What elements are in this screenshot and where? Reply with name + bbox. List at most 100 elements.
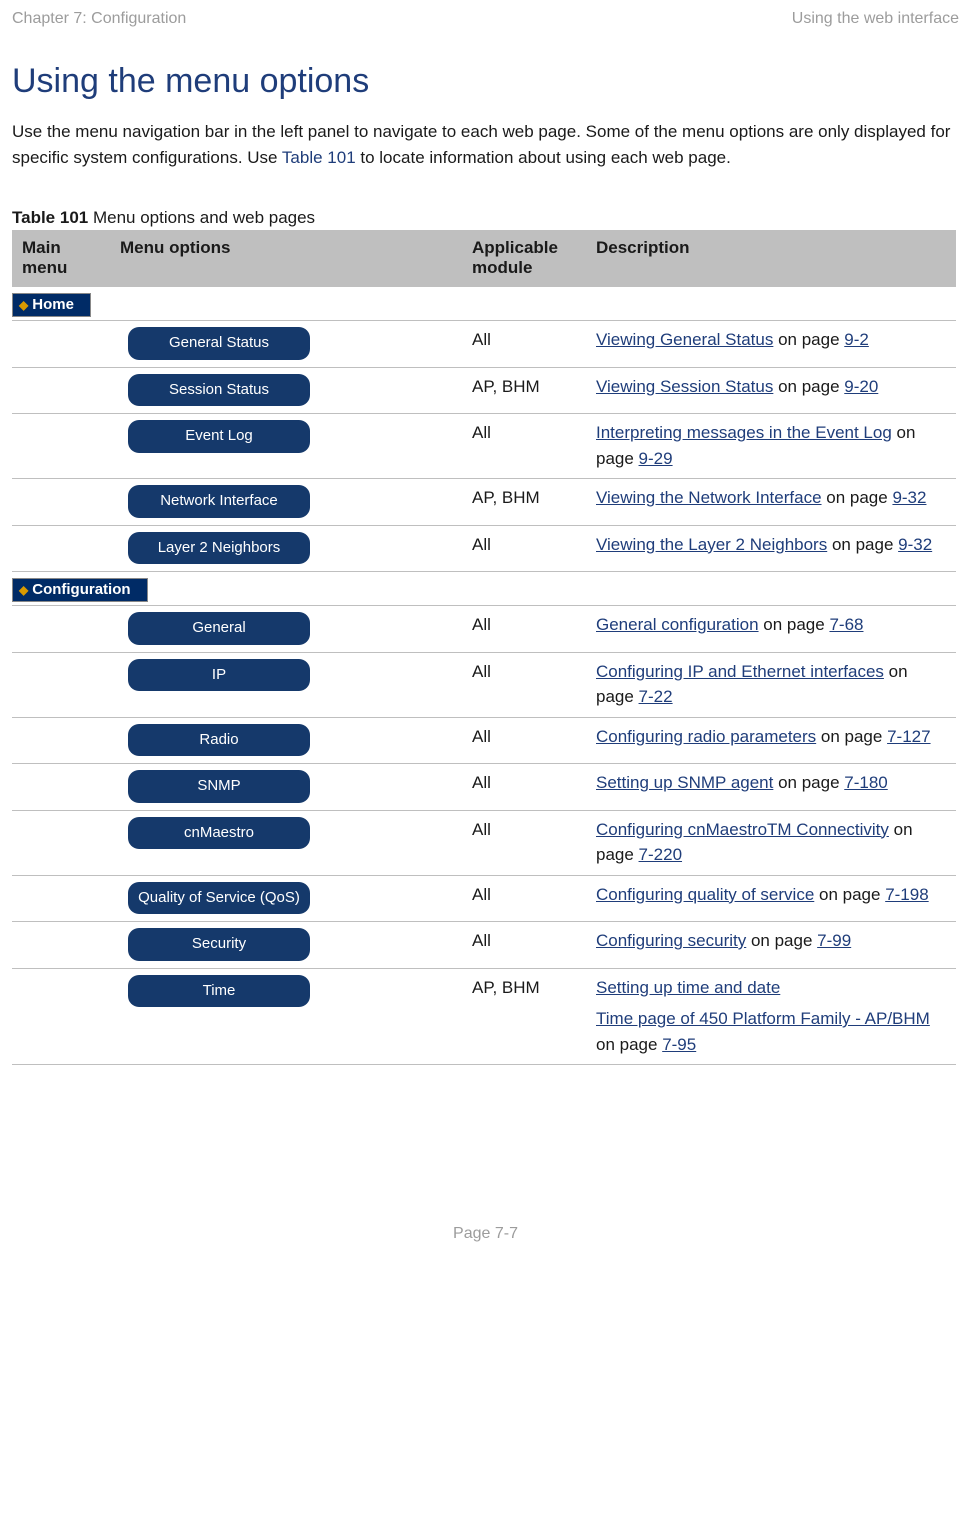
table-row: RadioAllConfiguring radio parameters on …	[12, 717, 956, 764]
nav-chip-label: Home	[32, 296, 74, 313]
description-link[interactable]: Configuring security	[596, 931, 746, 950]
page-ref-link[interactable]: 7-198	[885, 885, 928, 904]
description-post: on page	[814, 885, 885, 904]
page-ref-link[interactable]: 7-95	[662, 1035, 696, 1054]
nav-chip[interactable]: ◆ Home	[12, 293, 91, 317]
menu-section-row: ◆ Home	[12, 287, 956, 321]
cell-description: Configuring quality of service on page 7…	[586, 875, 956, 922]
cell-description: Configuring IP and Ethernet interfaces o…	[586, 652, 956, 717]
description-link[interactable]: General configuration	[596, 615, 759, 634]
description-post: on page	[759, 615, 830, 634]
page-ref-link[interactable]: 9-29	[639, 449, 673, 468]
table-row: Security AllConfiguring security on page …	[12, 922, 956, 969]
cell-menu-option: Time	[110, 968, 462, 1065]
nav-chip-label: Configuration	[32, 581, 130, 598]
menu-option-pill[interactable]: General	[128, 612, 310, 645]
description-link[interactable]: Viewing General Status	[596, 330, 773, 349]
description-link[interactable]: Configuring cnMaestroTM Connectivity	[596, 820, 889, 839]
description-link[interactable]: Viewing the Layer 2 Neighbors	[596, 535, 827, 554]
page-ref-link[interactable]: 7-99	[817, 931, 851, 950]
description-link[interactable]: Configuring quality of service	[596, 885, 814, 904]
cell-module: All	[462, 717, 586, 764]
table-row: SNMPAllSetting up SNMP agent on page 7-1…	[12, 764, 956, 811]
page-ref-link[interactable]: 9-32	[892, 488, 926, 507]
description-link[interactable]: Time page of 450 Platform Family - AP/BH…	[596, 1009, 930, 1028]
cell-main-menu	[12, 479, 110, 526]
cell-main-menu	[12, 414, 110, 479]
page-ref-link[interactable]: 7-22	[639, 687, 673, 706]
description-post: on page	[827, 535, 898, 554]
description-post: on page	[773, 377, 844, 396]
page-ref-link[interactable]: 9-32	[898, 535, 932, 554]
cell-main-menu	[12, 367, 110, 414]
description-post: on page	[746, 931, 817, 950]
page-ref-link[interactable]: 7-68	[829, 615, 863, 634]
menu-option-pill[interactable]: Time	[128, 975, 310, 1008]
menu-option-pill[interactable]: Session Status	[128, 374, 310, 407]
bullet-icon: ◆	[19, 298, 28, 312]
page-ref-link[interactable]: 9-2	[844, 330, 869, 349]
cell-menu-option: Session Status	[110, 367, 462, 414]
table-caption: Table 101 Menu options and web pages	[12, 208, 959, 228]
menu-option-pill[interactable]: cnMaestro	[128, 817, 310, 850]
cell-menu-option: General Status	[110, 321, 462, 368]
cell-description: Interpreting messages in the Event Log o…	[586, 414, 956, 479]
menu-option-pill[interactable]: Layer 2 Neighbors	[128, 532, 310, 565]
cell-main-menu	[12, 606, 110, 653]
description-link[interactable]: Setting up time and date	[596, 978, 780, 997]
cell-module: AP, BHM	[462, 968, 586, 1065]
cell-description: Configuring radio parameters on page 7-1…	[586, 717, 956, 764]
description-link[interactable]: Interpreting messages in the Event Log	[596, 423, 892, 442]
col-menu-options: Menu options	[110, 230, 462, 287]
intro-table-link[interactable]: Table 101	[282, 148, 356, 167]
cell-main-menu	[12, 968, 110, 1065]
cell-module: All	[462, 922, 586, 969]
table-row: Time AP, BHM Setting up time and date Time …	[12, 968, 956, 1065]
description-post: on page	[816, 727, 887, 746]
page-ref-link[interactable]: 7-127	[887, 727, 930, 746]
intro-post: to locate information about using each w…	[356, 148, 731, 167]
cell-menu-option: Radio	[110, 717, 462, 764]
menu-option-pill[interactable]: Event Log	[128, 420, 310, 453]
intro-paragraph: Use the menu navigation bar in the left …	[12, 119, 959, 170]
description-link[interactable]: Viewing Session Status	[596, 377, 773, 396]
cell-module: All	[462, 414, 586, 479]
menu-option-pill[interactable]: IP	[128, 659, 310, 692]
table-caption-bold: Table 101	[12, 208, 88, 227]
menu-option-pill[interactable]: SNMP	[128, 770, 310, 803]
bullet-icon: ◆	[19, 583, 28, 597]
table-row: Session StatusAP, BHMViewing Session Sta…	[12, 367, 956, 414]
menu-option-pill[interactable]: Quality of Service (QoS)	[128, 882, 310, 915]
cell-menu-option: Layer 2 Neighbors	[110, 525, 462, 572]
cell-menu-option: Network Interface	[110, 479, 462, 526]
cell-description: Viewing Session Status on page 9-20	[586, 367, 956, 414]
cell-description: Setting up SNMP agent on page 7-180	[586, 764, 956, 811]
description-link[interactable]: Configuring radio parameters	[596, 727, 816, 746]
cell-module: All	[462, 810, 586, 875]
cell-module: AP, BHM	[462, 479, 586, 526]
cell-menu-option: IP	[110, 652, 462, 717]
menu-section-row: ◆ Configuration	[12, 572, 956, 606]
table-row: cnMaestro All Configuring cnMaestroTM Conn…	[12, 810, 956, 875]
nav-chip[interactable]: ◆ Configuration	[12, 578, 148, 602]
description-link[interactable]: Configuring IP and Ethernet interfaces	[596, 662, 884, 681]
description-link[interactable]: Setting up SNMP agent	[596, 773, 773, 792]
menu-option-pill[interactable]: Network Interface	[128, 485, 310, 518]
cell-description: General configuration on page 7-68	[586, 606, 956, 653]
page-title: Using the menu options	[12, 62, 959, 101]
description-link[interactable]: Viewing the Network Interface	[596, 488, 822, 507]
cell-module: All	[462, 525, 586, 572]
menu-options-table: Main menu Menu options Applicable module…	[12, 230, 956, 1065]
page-ref-link[interactable]: 7-180	[844, 773, 887, 792]
cell-description: Configuring security on page 7-99	[586, 922, 956, 969]
cell-module: AP, BHM	[462, 367, 586, 414]
page-ref-link[interactable]: 7-220	[639, 845, 682, 864]
menu-option-pill[interactable]: Radio	[128, 724, 310, 757]
cell-menu-option: cnMaestro	[110, 810, 462, 875]
cell-menu-option: Quality of Service (QoS)	[110, 875, 462, 922]
cell-menu-option: Event Log	[110, 414, 462, 479]
page-ref-link[interactable]: 9-20	[844, 377, 878, 396]
table-row: Network Interface AP, BHM Viewing the Netw…	[12, 479, 956, 526]
menu-option-pill[interactable]: Security	[128, 928, 310, 961]
menu-option-pill[interactable]: General Status	[128, 327, 310, 360]
